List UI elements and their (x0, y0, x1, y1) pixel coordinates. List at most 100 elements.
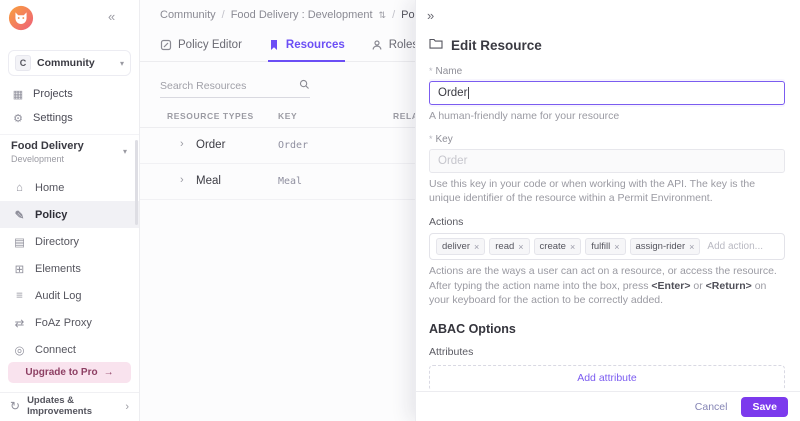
gear-icon: ⚙ (11, 112, 25, 125)
sidebar: « C Community ▾ ▦ Projects ⚙ Settings Fo… (0, 0, 140, 421)
pencil-icon: ✎ (13, 208, 26, 222)
sort-arrows-icon[interactable]: ⇅ (379, 10, 387, 21)
app-logo[interactable] (8, 5, 34, 31)
key-helper-text: Use this key in your code or when workin… (429, 177, 785, 206)
actions-tag-input[interactable]: deliver × read × create × fulfill × assi… (429, 233, 785, 260)
sidebar-item-settings[interactable]: ⚙ Settings (0, 106, 139, 130)
sidebar-item-label: Elements (35, 263, 81, 275)
action-tag-label: read (495, 241, 514, 252)
attributes-label: Attributes (429, 346, 785, 358)
resource-name: Order (196, 139, 225, 151)
expand-chevron-icon[interactable]: › (180, 174, 184, 186)
cancel-button[interactable]: Cancel (695, 401, 728, 413)
column-header-key: KEY (278, 111, 297, 121)
sidebar-item-foaz-proxy[interactable]: ⇄ FoAz Proxy (0, 309, 139, 336)
key-field-label: * Key (429, 134, 785, 145)
sidebar-item-updates[interactable]: ↻ Updates & Improvements › (0, 392, 139, 421)
sidebar-collapse-icon[interactable]: « (108, 9, 115, 24)
name-input[interactable]: Order (429, 81, 785, 105)
field-label-text: Name (436, 66, 463, 77)
sidebar-item-label: Directory (35, 236, 79, 248)
sidebar-item-projects[interactable]: ▦ Projects (0, 82, 139, 106)
elements-icon: ⊞ (13, 262, 26, 276)
name-input-value: Order (438, 87, 467, 99)
field-label-text: Key (436, 134, 453, 145)
tab-label: Resources (286, 39, 345, 51)
org-selector[interactable]: C Community ▾ (8, 50, 131, 76)
tab-policy-editor[interactable]: Policy Editor (160, 30, 242, 62)
action-tag: deliver × (436, 238, 485, 255)
sidebar-item-elements[interactable]: ⊞ Elements (0, 255, 139, 282)
projects-icon: ▦ (11, 88, 25, 101)
expand-chevron-icon[interactable]: › (180, 138, 184, 150)
folder-icon (429, 36, 443, 54)
sidebar-item-label: Home (35, 182, 64, 194)
action-tag-label: deliver (442, 241, 470, 252)
remove-tag-icon[interactable]: × (570, 242, 575, 252)
helper-text-part: or (691, 280, 706, 292)
return-key-label: <Return> (706, 280, 752, 292)
add-attribute-button[interactable]: Add attribute (429, 365, 785, 389)
breadcrumb: Community / Food Delivery : Development … (160, 0, 453, 30)
sidebar-item-label: Connect (35, 344, 76, 356)
workspace-name: Food Delivery (11, 140, 128, 152)
key-input-value: Order (438, 155, 467, 167)
sidebar-item-label: Projects (33, 88, 73, 100)
upgrade-label: Upgrade to Pro (25, 367, 97, 378)
remove-tag-icon[interactable]: × (689, 242, 694, 252)
drawer-body: * Name Order A human-friendly name for y… (429, 62, 785, 389)
chevron-down-icon: ▾ (123, 147, 127, 156)
required-asterisk: * (429, 66, 433, 76)
sidebar-item-label: FoAz Proxy (35, 317, 92, 329)
sidebar-item-label: Audit Log (35, 290, 81, 302)
chevron-down-icon: ▾ (120, 59, 124, 68)
workspace-env: Development (11, 154, 128, 164)
sidebar-scrollbar[interactable] (135, 140, 138, 225)
sidebar-item-policy[interactable]: ✎ Policy (0, 201, 139, 228)
sidebar-item-directory[interactable]: ▤ Directory (0, 228, 139, 255)
directory-icon: ▤ (13, 235, 26, 249)
abac-options-heading: ABAC Options (429, 322, 785, 336)
action-tag-label: create (540, 241, 566, 252)
remove-tag-icon[interactable]: × (518, 242, 523, 252)
sidebar-item-connect[interactable]: ◎ Connect (0, 336, 139, 363)
tab-label: Policy Editor (178, 39, 242, 51)
breadcrumb-separator: / (392, 9, 395, 21)
edit-resource-drawer: » Edit Resource * Name Order A human-fri… (415, 0, 800, 421)
action-tag: read × (489, 238, 529, 255)
policy-editor-icon (160, 39, 172, 51)
tab-roles[interactable]: Roles (371, 30, 418, 62)
action-tag-label: fulfill (591, 241, 610, 252)
action-tag: fulfill × (585, 238, 625, 255)
remove-tag-icon[interactable]: × (614, 242, 619, 252)
app-screen: « C Community ▾ ▦ Projects ⚙ Settings Fo… (0, 0, 800, 421)
sidebar-nav: ⌂ Home ✎ Policy ▤ Directory ⊞ Elements ≡… (0, 174, 139, 363)
column-header-resource-types: RESOURCE TYPES (167, 111, 254, 121)
remove-tag-icon[interactable]: × (474, 242, 479, 252)
search-input[interactable] (160, 80, 284, 92)
updates-label: Updates & Improvements (27, 396, 101, 418)
upgrade-to-pro-button[interactable]: Upgrade to Pro → (8, 362, 131, 383)
drawer-header: Edit Resource (429, 36, 542, 54)
sidebar-item-label: Policy (35, 209, 67, 221)
bookmark-icon (268, 39, 280, 51)
actions-helper-text: Actions are the ways a user can act on a… (429, 264, 785, 308)
sidebar-item-home[interactable]: ⌂ Home (0, 174, 139, 201)
name-field-label: * Name (429, 66, 785, 77)
workspace-selector[interactable]: Food Delivery Development ▾ (0, 134, 139, 172)
sidebar-top-items: ▦ Projects ⚙ Settings (0, 82, 139, 130)
save-button[interactable]: Save (741, 397, 788, 417)
drawer-footer: Cancel Save (416, 391, 800, 421)
action-tag-label: assign-rider (636, 241, 686, 252)
list-icon: ≡ (13, 290, 26, 302)
sidebar-item-label: Settings (33, 112, 73, 124)
tab-resources[interactable]: Resources (268, 30, 345, 62)
drawer-collapse-icon[interactable]: » (427, 8, 434, 23)
resource-key: Meal (278, 176, 302, 187)
resource-name: Meal (196, 175, 221, 187)
search-icon[interactable] (299, 77, 310, 95)
breadcrumb-project-env[interactable]: Food Delivery : Development (231, 9, 373, 21)
resource-key: Order (278, 140, 308, 151)
sidebar-item-audit-log[interactable]: ≡ Audit Log (0, 282, 139, 309)
breadcrumb-community[interactable]: Community (160, 9, 216, 21)
